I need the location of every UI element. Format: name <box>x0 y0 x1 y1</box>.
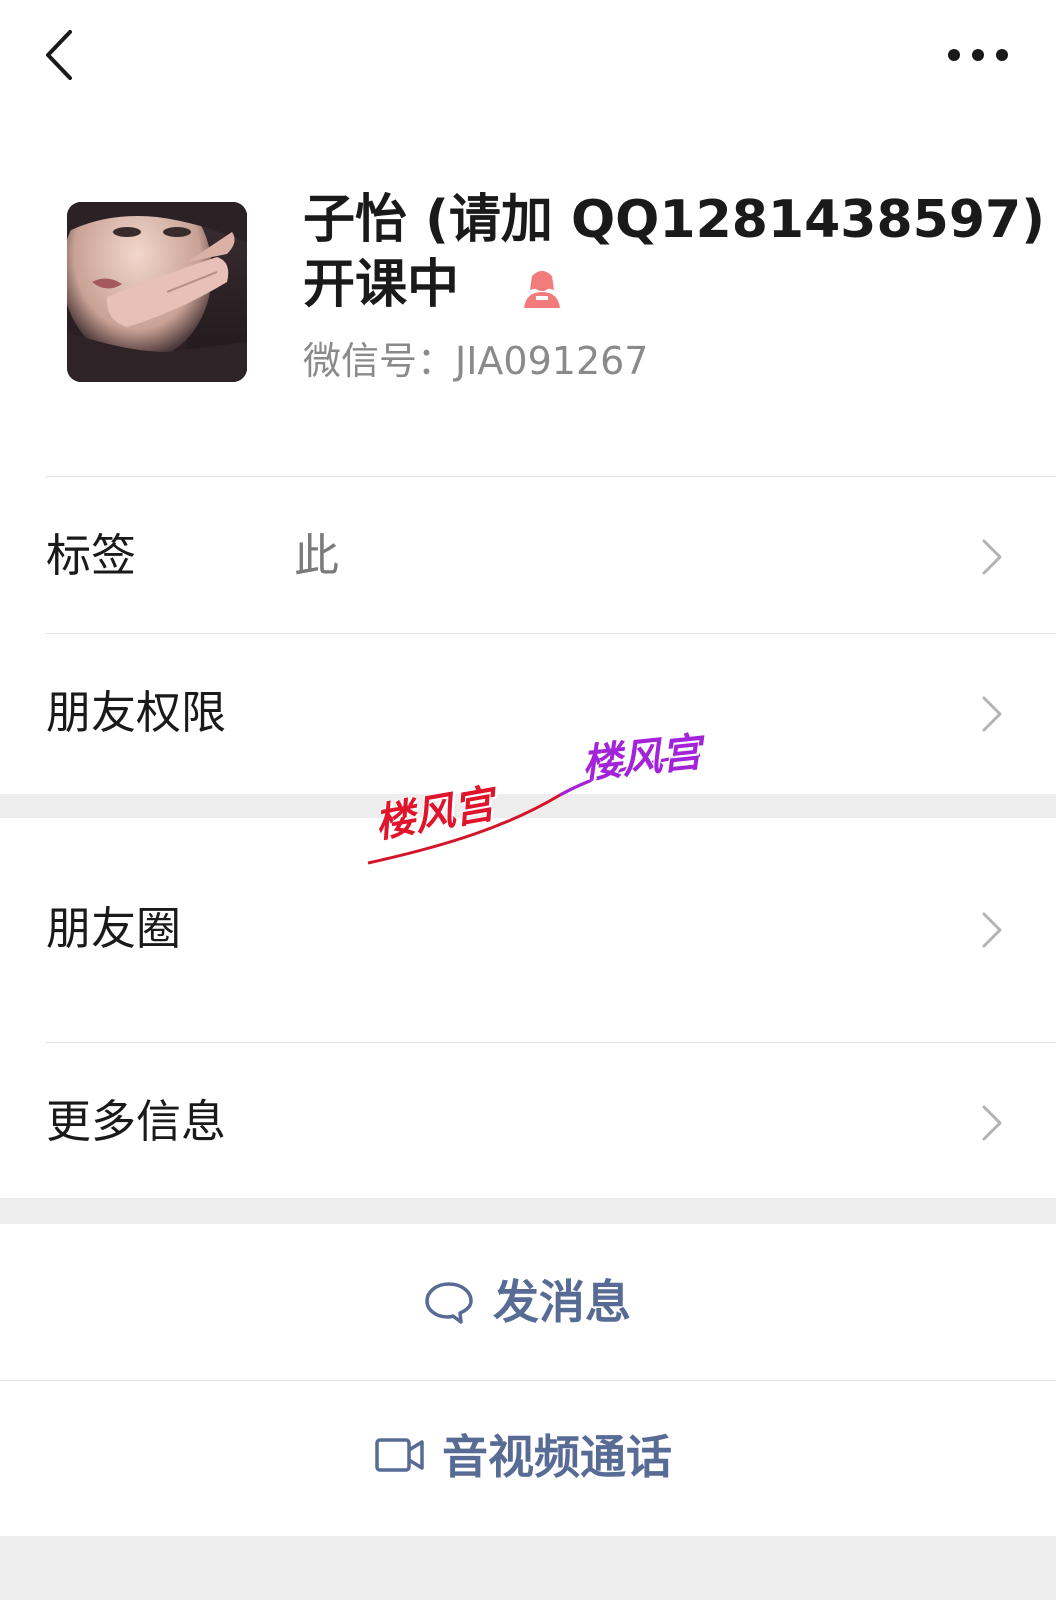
send-message-button[interactable]: 发消息 <box>0 1224 1056 1380</box>
chevron-right-icon <box>982 1105 1002 1141</box>
back-chevron-icon <box>46 30 72 80</box>
send-message-label: 发消息 <box>493 1275 631 1329</box>
avatar[interactable] <box>67 202 247 382</box>
more-info-label: 更多信息 <box>46 1095 227 1148</box>
more-button[interactable] <box>940 30 1020 80</box>
female-user-icon <box>524 271 560 308</box>
video-call-label: 音视频通话 <box>442 1430 672 1484</box>
contact-profile-page: 子怡 (请加 QQ1281438597) 开课中 微信号：JIA091267 标… <box>0 0 1056 1600</box>
chevron-right-icon <box>982 539 1002 575</box>
tags-label: 标签 <box>46 529 137 582</box>
tags-row[interactable]: 标签 此 <box>0 477 1056 633</box>
actions-section: 发消息 音视频通话 <box>0 1224 1056 1536</box>
chevron-right-icon <box>982 912 1002 948</box>
wechat-id: 微信号：JIA091267 <box>303 339 649 383</box>
chevron-right-icon <box>982 696 1002 732</box>
friend-permission-row[interactable]: 朋友权限 <box>0 634 1056 790</box>
avatar-image <box>67 202 247 382</box>
chat-bubble-icon <box>425 1282 473 1324</box>
more-info-row[interactable]: 更多信息 <box>0 1043 1056 1198</box>
friend-permission-label: 朋友权限 <box>46 686 227 739</box>
profile-section: 子怡 (请加 QQ1281438597) 开课中 微信号：JIA091267 标… <box>0 0 1056 794</box>
moments-label: 朋友圈 <box>46 902 182 955</box>
back-button[interactable] <box>30 20 94 90</box>
tags-value: 此 <box>294 529 340 582</box>
video-camera-icon <box>375 1438 424 1472</box>
contact-name-continued: 开课中 <box>303 255 460 315</box>
contact-name: 子怡 (请加 QQ1281438597) <box>303 190 1045 250</box>
moments-row[interactable]: 朋友圈 <box>0 818 1056 1042</box>
moments-section: 朋友圈 更多信息 <box>0 818 1056 1198</box>
video-call-button[interactable]: 音视频通话 <box>0 1381 1056 1537</box>
more-dots-icon <box>948 49 1008 61</box>
